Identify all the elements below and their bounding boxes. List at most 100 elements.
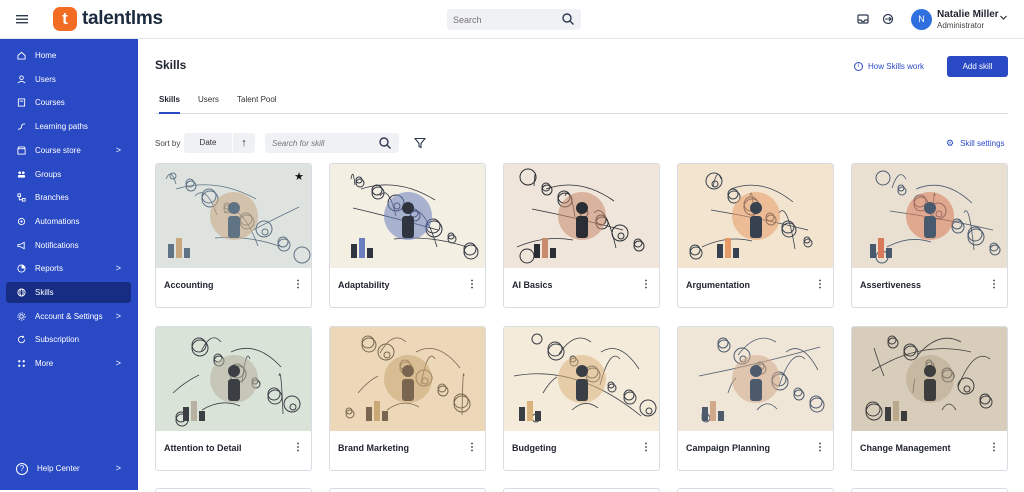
skill-name: Campaign Planning bbox=[686, 443, 771, 453]
sidebar-item-label: Users bbox=[35, 74, 56, 84]
sidebar-item-account-and-settings[interactable]: Account & Settings > bbox=[6, 306, 131, 327]
skill-card-partial[interactable] bbox=[677, 488, 834, 492]
top-bar: t talentlms N Natalie Miller Administrat… bbox=[0, 0, 1024, 39]
path-icon bbox=[17, 123, 26, 130]
tab-talent-pool[interactable]: Talent Pool bbox=[237, 95, 277, 114]
skill-name: Brand Marketing bbox=[338, 443, 410, 453]
more-options-icon[interactable]: ⋮ bbox=[641, 441, 651, 455]
star-icon: ★ bbox=[294, 171, 304, 183]
info-icon: i bbox=[854, 62, 863, 71]
skill-name: Budgeting bbox=[512, 443, 557, 453]
skill-thumbnail bbox=[678, 164, 833, 268]
sidebar-item-label: More bbox=[35, 359, 54, 369]
more-options-icon[interactable]: ⋮ bbox=[989, 278, 999, 292]
logo[interactable]: t talentlms bbox=[53, 7, 163, 31]
sidebar-item-reports[interactable]: Reports > bbox=[6, 258, 131, 279]
sidebar-item-learning-paths[interactable]: Learning paths bbox=[6, 116, 131, 137]
sidebar-item-subscription[interactable]: Subscription bbox=[6, 329, 131, 350]
search-icon[interactable] bbox=[378, 136, 392, 150]
skill-thumbnail bbox=[852, 164, 1007, 268]
filter-icon[interactable] bbox=[414, 137, 426, 149]
skill-card-assertiveness[interactable]: Assertiveness ⋮ bbox=[851, 163, 1008, 308]
skill-card-ai-basics[interactable]: AI Basics ⋮ bbox=[503, 163, 660, 308]
sort-field-select[interactable]: Date bbox=[184, 133, 232, 153]
sidebar-item-courses[interactable]: Courses bbox=[6, 92, 131, 113]
skill-card-campaign-planning[interactable]: Campaign Planning ⋮ bbox=[677, 326, 834, 471]
sidebar-item-automations[interactable]: Automations bbox=[6, 211, 131, 232]
menu-icon[interactable] bbox=[14, 11, 30, 27]
add-skill-button[interactable]: Add skill bbox=[947, 56, 1008, 77]
chevron-right-icon: > bbox=[115, 358, 121, 369]
global-search-input[interactable] bbox=[447, 9, 547, 30]
megaphone-icon bbox=[17, 241, 25, 249]
sidebar-item-course-store[interactable]: Course store > bbox=[6, 140, 131, 161]
more-options-icon[interactable]: ⋮ bbox=[815, 278, 825, 292]
skill-name: Adaptability bbox=[338, 280, 390, 290]
sidebar-item-label: Branches bbox=[35, 193, 69, 203]
skill-card-accounting[interactable]: ★ Accounting ⋮ bbox=[155, 163, 312, 308]
skill-settings-link[interactable]: ⚙ Skill settings bbox=[946, 138, 1005, 149]
skill-card-brand-marketing[interactable]: Brand Marketing ⋮ bbox=[329, 326, 486, 471]
help-center-label: Help Center bbox=[37, 464, 80, 473]
skill-name: Accounting bbox=[164, 280, 214, 290]
sidebar-item-branches[interactable]: Branches bbox=[6, 187, 131, 208]
chevron-right-icon: > bbox=[115, 463, 121, 473]
sort-by-label: Sort by bbox=[155, 139, 181, 148]
sidebar-item-groups[interactable]: Groups bbox=[6, 164, 131, 185]
skill-card-partial[interactable] bbox=[503, 488, 660, 492]
chevron-down-icon bbox=[1000, 15, 1007, 20]
skill-card-adaptability[interactable]: Adaptability ⋮ bbox=[329, 163, 486, 308]
user-menu[interactable]: N Natalie Miller Administrator bbox=[911, 7, 1013, 33]
sidebar-item-label: Automations bbox=[35, 216, 80, 226]
more-options-icon[interactable]: ⋮ bbox=[293, 441, 303, 455]
skill-card-partial[interactable] bbox=[155, 488, 312, 492]
how-skills-work-label: How Skills work bbox=[868, 62, 925, 71]
sidebar-item-notifications[interactable]: Notifications bbox=[6, 235, 131, 256]
gear-icon bbox=[17, 312, 26, 321]
sidebar-item-label: Account & Settings bbox=[35, 311, 103, 321]
more-options-icon[interactable]: ⋮ bbox=[467, 278, 477, 292]
book-icon bbox=[17, 98, 26, 107]
skill-search-input[interactable] bbox=[265, 133, 370, 154]
more-options-icon[interactable]: ⋮ bbox=[293, 278, 303, 292]
chevron-right-icon: > bbox=[115, 144, 121, 155]
skill-card-argumentation[interactable]: Argumentation ⋮ bbox=[677, 163, 834, 308]
main-content: Skills i How Skills work Add skill Skill… bbox=[138, 39, 1024, 492]
skill-card-attention-to-detail[interactable]: Attention to Detail ⋮ bbox=[155, 326, 312, 471]
sidebar-item-skills[interactable]: Skills bbox=[6, 282, 131, 303]
globe-icon bbox=[17, 288, 26, 297]
more-options-icon[interactable]: ⋮ bbox=[815, 441, 825, 455]
pie-chart-icon bbox=[17, 264, 26, 273]
tab-users[interactable]: Users bbox=[198, 95, 219, 114]
sidebar-item-home[interactable]: Home bbox=[6, 45, 131, 66]
user-icon bbox=[17, 75, 26, 84]
search-icon[interactable] bbox=[561, 12, 575, 26]
skill-name: Argumentation bbox=[686, 280, 750, 290]
skill-card-budgeting[interactable]: Budgeting ⋮ bbox=[503, 326, 660, 471]
inbox-icon[interactable] bbox=[856, 12, 870, 26]
sort-direction-button[interactable]: ↑ bbox=[233, 133, 255, 153]
tab-skills[interactable]: Skills bbox=[159, 95, 180, 114]
skill-settings-label: Skill settings bbox=[960, 139, 1005, 148]
more-options-icon[interactable]: ⋮ bbox=[989, 441, 999, 455]
sidebar-item-more[interactable]: More > bbox=[6, 353, 131, 374]
sidebar-item-users[interactable]: Users bbox=[6, 69, 131, 90]
skill-thumbnail bbox=[156, 327, 311, 431]
more-options-icon[interactable]: ⋮ bbox=[641, 278, 651, 292]
skill-card-change-management[interactable]: Change Management ⋮ bbox=[851, 326, 1008, 471]
skill-card-partial[interactable] bbox=[329, 488, 486, 492]
how-skills-work-link[interactable]: i How Skills work bbox=[854, 62, 924, 71]
skill-thumbnail bbox=[504, 327, 659, 431]
grid-icon bbox=[18, 360, 25, 368]
sidebar-item-label: Course store bbox=[35, 145, 81, 155]
sidebar-item-label: Notifications bbox=[35, 240, 79, 250]
logo-icon: t bbox=[53, 7, 77, 31]
skill-card-partial[interactable] bbox=[851, 488, 1008, 492]
sidebar-item-label: Learning paths bbox=[35, 122, 88, 132]
skill-name: AI Basics bbox=[512, 280, 553, 290]
sidebar-item-label: Groups bbox=[35, 169, 62, 179]
help-center-button[interactable]: ? Help Center > bbox=[6, 458, 131, 479]
switch-role-icon[interactable] bbox=[881, 12, 895, 26]
more-options-icon[interactable]: ⋮ bbox=[467, 441, 477, 455]
skill-name: Assertiveness bbox=[860, 280, 922, 290]
